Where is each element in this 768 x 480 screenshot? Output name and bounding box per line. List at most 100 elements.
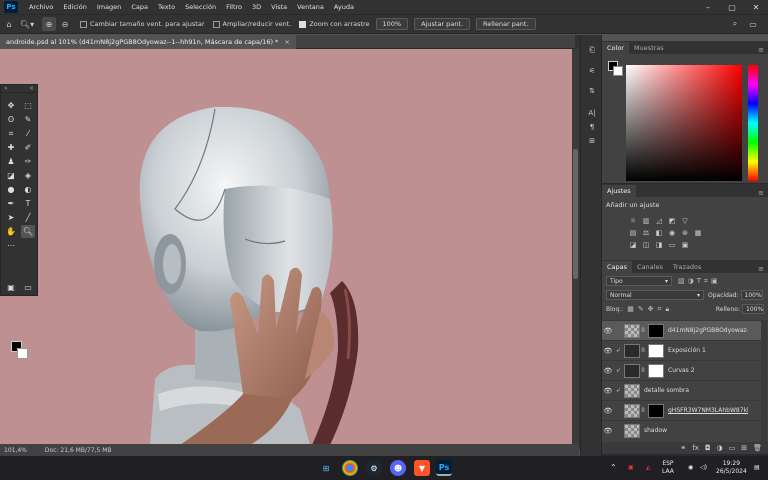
layers-scrollbar[interactable]: [761, 320, 767, 442]
new-group-icon[interactable]: ▭: [729, 444, 736, 452]
tab-channels[interactable]: Canales: [632, 261, 668, 273]
properties-panel-icon[interactable]: ⚟: [586, 65, 598, 76]
windows-icon[interactable]: ⊞: [318, 460, 334, 476]
paint-bucket-tool-icon[interactable]: ◈: [21, 169, 35, 182]
search-icon[interactable]: ⌕: [728, 17, 742, 31]
dodge-tool-icon[interactable]: ◐: [21, 183, 35, 196]
curves-icon[interactable]: ◿: [654, 216, 664, 225]
black-white-icon[interactable]: ◧: [654, 228, 664, 237]
link-icon[interactable]: 8: [640, 407, 646, 414]
fit-screen-button[interactable]: Ajustar pant.: [414, 18, 471, 30]
color-balance-icon[interactable]: ⚖: [641, 228, 651, 237]
zoom-100-button[interactable]: 100%: [375, 18, 409, 30]
new-layer-icon[interactable]: ⊞: [741, 444, 747, 452]
layer-filter-select[interactable]: Tipo ▾: [606, 276, 672, 286]
discord-icon[interactable]: ☻: [390, 460, 406, 476]
document-canvas[interactable]: [0, 49, 572, 445]
trash-icon[interactable]: 🗑︎: [753, 444, 762, 452]
threshold-icon[interactable]: ◨: [654, 240, 664, 249]
workspace-icon[interactable]: ▭: [746, 17, 760, 31]
quick-selection-tool-icon[interactable]: ✎: [21, 113, 35, 126]
fx-icon[interactable]: fx: [692, 444, 699, 452]
network-icon[interactable]: ◉: [688, 456, 693, 480]
layer-row[interactable]: 👁︎ ↲ 8 Exposición 1: [602, 340, 762, 360]
quick-mask-icon[interactable]: ▣: [4, 281, 18, 294]
zoom-tool-icon[interactable]: 🔍︎: [21, 225, 35, 238]
recording-icon[interactable]: ▣: [628, 456, 634, 480]
home-icon[interactable]: ⌂: [2, 17, 16, 31]
hand-tool-icon[interactable]: ✋: [4, 225, 18, 238]
menu-edicion[interactable]: Edición: [58, 3, 92, 11]
layer-row[interactable]: 👁︎ ↲ detalle sombra: [602, 380, 762, 400]
pen-tool-icon[interactable]: ✒: [4, 197, 18, 210]
posterize-icon[interactable]: ◫: [641, 240, 651, 249]
levels-icon[interactable]: ▥: [641, 216, 651, 225]
menu-capa[interactable]: Capa: [126, 3, 153, 11]
move-tool-icon[interactable]: ✥: [4, 99, 18, 112]
hue-slider[interactable]: [748, 65, 758, 181]
channel-mixer-icon[interactable]: ⊛: [680, 228, 690, 237]
menu-ventana[interactable]: Ventana: [292, 3, 329, 11]
photo-filter-icon[interactable]: ◉: [667, 228, 677, 237]
layer-mask-thumbnail[interactable]: [648, 403, 664, 418]
eye-icon[interactable]: 👁︎: [602, 347, 614, 355]
menu-vista[interactable]: Vista: [266, 3, 292, 11]
crop-tool-icon[interactable]: ⌗: [4, 127, 18, 140]
link-icon[interactable]: 8: [640, 367, 646, 374]
history-panel-icon[interactable]: ⎗: [586, 45, 598, 56]
clone-stamp-tool-icon[interactable]: ♟: [4, 155, 18, 168]
panel-menu-icon[interactable]: ≡: [758, 265, 768, 273]
color-field[interactable]: [626, 65, 742, 181]
maximize-button[interactable]: ▢: [720, 0, 744, 14]
language-indicator[interactable]: ESP LAA: [662, 456, 674, 480]
hue-saturation-icon[interactable]: ▤: [628, 228, 638, 237]
background-color-swatch[interactable]: [17, 348, 28, 359]
layer-mask-thumbnail[interactable]: [648, 343, 664, 358]
menu-archivo[interactable]: Archivo: [24, 3, 58, 11]
opacity-field[interactable]: 100%: [740, 290, 763, 300]
add-mask-icon[interactable]: ◘: [705, 444, 711, 452]
character-panel-icon[interactable]: A|: [586, 107, 598, 118]
menu-filtro[interactable]: Filtro: [221, 3, 247, 11]
link-layers-icon[interactable]: ⚭: [680, 444, 686, 452]
layer-mask-thumbnail[interactable]: [648, 363, 664, 378]
layer-row[interactable]: 👁︎ 8 gHSFR3W7NM3LAhbW87kl--1-...: [602, 400, 762, 420]
zoom-tool-preset-icon[interactable]: 🔍︎▾: [18, 17, 36, 31]
close-window-button[interactable]: ✕: [744, 0, 768, 14]
lasso-tool-icon[interactable]: ʘ: [4, 113, 18, 126]
volume-icon[interactable]: ◁): [700, 456, 707, 480]
eye-icon[interactable]: 👁︎: [602, 367, 614, 375]
new-adjustment-icon[interactable]: ◑: [717, 444, 723, 452]
eye-icon[interactable]: 👁︎: [602, 327, 614, 335]
link-icon[interactable]: 8: [640, 347, 646, 354]
line-tool-icon[interactable]: ╱: [21, 211, 35, 224]
tools-panel-grip[interactable]: » ×: [1, 85, 37, 93]
layer-mask-thumbnail[interactable]: [648, 323, 664, 338]
document-tab[interactable]: androide.psd al 101% (d41mN8j2gPGB8Odyow…: [0, 34, 296, 49]
clock[interactable]: 19:29 26/5/2024: [716, 456, 747, 480]
chevron-up-icon[interactable]: ⌃: [610, 456, 617, 480]
layer-row[interactable]: 👁︎ shadow: [602, 420, 762, 440]
tab-color[interactable]: Color: [602, 42, 629, 54]
tab-swatches[interactable]: Muestras: [629, 42, 669, 54]
chrome-icon[interactable]: [342, 460, 358, 476]
eyedropper-tool-icon[interactable]: ⁄: [21, 127, 35, 140]
zoom-in-icon[interactable]: ⊕: [42, 17, 56, 31]
glyphs-panel-icon[interactable]: ⊞: [586, 135, 598, 146]
vertical-scroll-thumb[interactable]: [573, 149, 578, 279]
more-tools-icon[interactable]: ⋯: [4, 239, 18, 252]
menu-imagen[interactable]: Imagen: [92, 3, 126, 11]
gradient-map-icon[interactable]: ▭: [667, 240, 677, 249]
screen-mode-icon[interactable]: ▭: [21, 281, 35, 294]
brightness-contrast-icon[interactable]: ☼: [628, 216, 638, 225]
adobe-tray-icon[interactable]: ◭: [646, 456, 651, 480]
menu-ayuda[interactable]: Ayuda: [329, 3, 359, 11]
type-tool-icon[interactable]: T: [21, 197, 35, 210]
path-selection-tool-icon[interactable]: ➤: [4, 211, 18, 224]
scrubby-zoom-checkbox[interactable]: [299, 20, 307, 28]
color-lookup-icon[interactable]: ▦: [693, 228, 703, 237]
link-icon[interactable]: 8: [640, 327, 646, 334]
brave-icon[interactable]: ▼: [414, 460, 430, 476]
lock-icons[interactable]: ▦✎✥⌗🔒︎: [627, 305, 673, 314]
tab-adjustments[interactable]: Ajustes: [602, 185, 636, 197]
